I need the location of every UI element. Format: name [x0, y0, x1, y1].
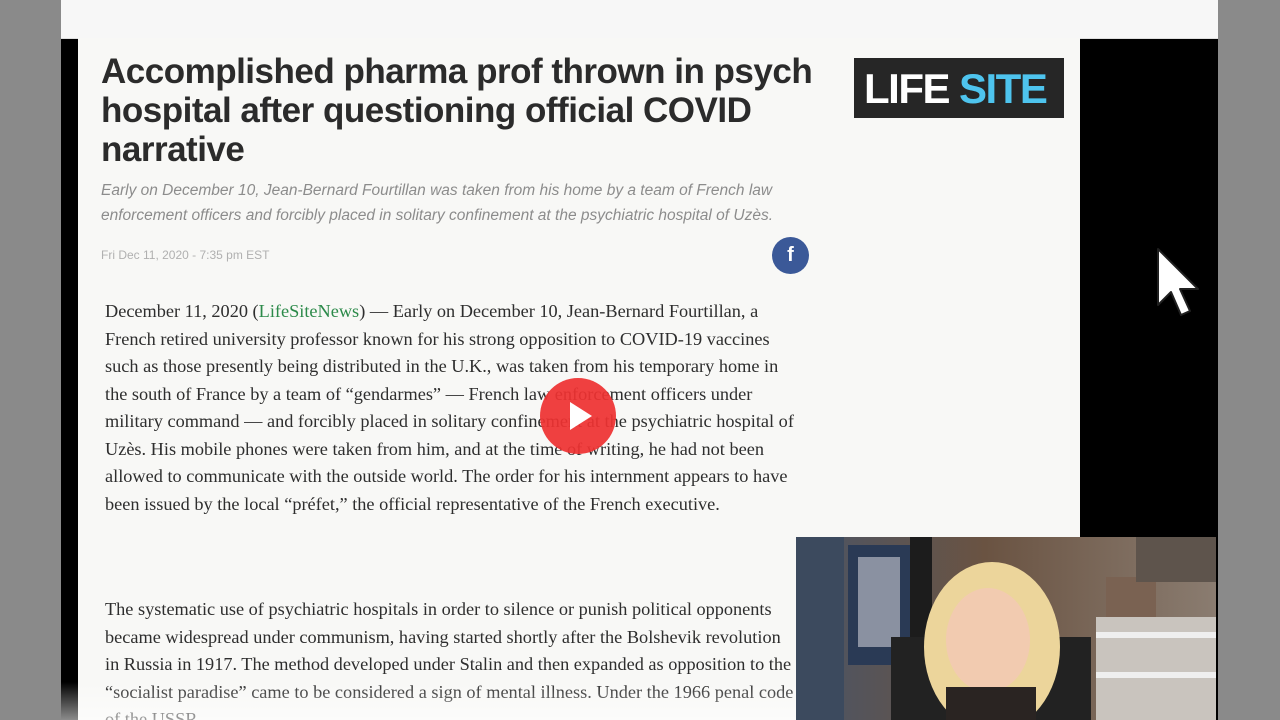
play-icon — [570, 402, 592, 430]
cursor-arrow-icon — [1157, 248, 1199, 316]
logo-life-text: LIFE — [864, 65, 951, 112]
play-button[interactable] — [540, 378, 616, 454]
source-link[interactable]: LifeSiteNews — [259, 301, 360, 321]
paragraph-1-text: ) — Early on December 10, Jean-Bernard F… — [105, 301, 794, 514]
webcam-overlay — [796, 537, 1216, 720]
article-subhead: Early on December 10, Jean-Bernard Fourt… — [101, 182, 773, 224]
lifesite-logo[interactable]: LIFE SITE — [854, 58, 1064, 118]
facebook-icon: f — [787, 244, 794, 266]
article-paragraph-1: December 11, 2020 (LifeSiteNews) — Early… — [105, 298, 795, 518]
article-headline: Accomplished pharma prof thrown in psych… — [101, 52, 813, 169]
bottom-fade-overlay — [61, 682, 796, 720]
browser-top-bar — [61, 0, 1218, 39]
logo-site-text: SITE — [959, 65, 1048, 112]
facebook-share-button[interactable]: f — [772, 237, 809, 274]
webcam-scene — [796, 537, 1216, 720]
article-dateline: Fri Dec 11, 2020 - 7:35 pm EST — [101, 248, 270, 262]
paragraph-1-date: December 11, 2020 ( — [105, 301, 259, 321]
